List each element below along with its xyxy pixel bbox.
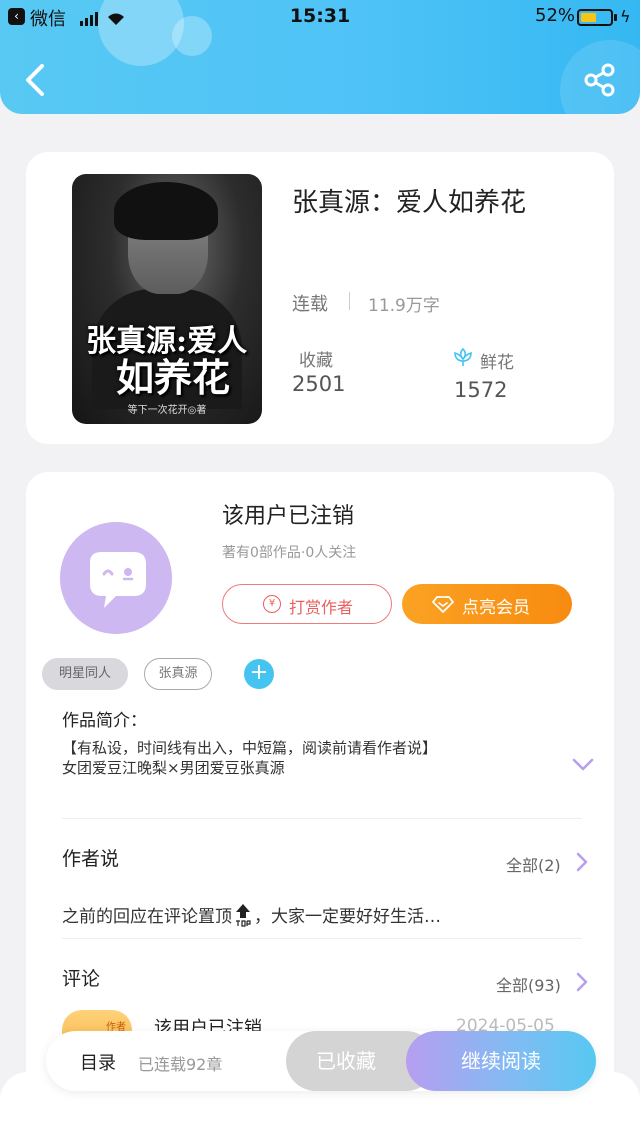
diamond-icon xyxy=(432,596,454,613)
author-says-text-end: ，大家一定要好好生活… xyxy=(254,907,441,927)
flower-icon xyxy=(454,347,472,366)
back-button[interactable] xyxy=(20,60,50,100)
author-says-text-start: 之前的回应在评论置顶 xyxy=(62,907,232,927)
chevron-down-icon[interactable] xyxy=(572,758,594,772)
author-name[interactable]: 该用户已注销 xyxy=(222,498,354,530)
favorites-label: 收藏 xyxy=(299,351,333,371)
author-says-title: 作者说 xyxy=(62,848,120,870)
intro-line: 女团爱豆江晚梨×男团爱豆张真源 xyxy=(62,759,285,777)
intro-line: 【有私设，时间线有出入，中短篇，阅读前请看作者说】 xyxy=(62,739,438,757)
divider xyxy=(62,818,582,819)
battery-fill xyxy=(581,13,596,22)
battery-tip xyxy=(614,14,617,21)
tag-chip[interactable]: 明星同人 xyxy=(42,658,128,690)
divider xyxy=(62,938,582,939)
book-info-card: 张真源:爱人 如养花 等下一次花开◎著 张真源：爱人如养花 连载 11.9万字 … xyxy=(26,152,614,444)
intro-title: 作品简介： xyxy=(62,711,147,731)
book-word-count: 11.9万字 xyxy=(368,296,440,316)
author-says-text[interactable]: 之前的回应在评论置顶 ，大家一定要好好生活… xyxy=(62,902,441,927)
comments-title: 评论 xyxy=(62,968,101,990)
chevron-right-icon[interactable] xyxy=(576,972,588,992)
cover-figure-hair xyxy=(114,182,218,240)
vip-label: 点亮会员 xyxy=(462,598,530,618)
comments-all-link[interactable]: 全部(93) xyxy=(496,972,561,996)
chapter-count: 已连载92章 xyxy=(138,1055,223,1074)
cover-title: 张真源:爱人 如养花 xyxy=(86,324,256,400)
tip-author-label: 打赏作者 xyxy=(289,598,354,617)
book-status: 连载 xyxy=(292,294,328,315)
bottom-action-bar: 目录 已连载92章 已收藏 继续阅读 xyxy=(46,1031,596,1091)
continue-reading-button[interactable]: 继续阅读 xyxy=(406,1031,596,1091)
pin-top-icon xyxy=(235,904,251,927)
share-button[interactable] xyxy=(582,62,618,98)
add-tag-button[interactable]: + xyxy=(244,659,274,689)
divider xyxy=(349,292,350,310)
battery-icon xyxy=(577,9,613,26)
cover-title-line2: 如养花 xyxy=(116,355,231,400)
coin-icon: ¥ xyxy=(263,595,281,613)
status-bar: ‹ 微信 15:31 52% ϟ xyxy=(0,0,640,34)
battery-percent: 52% xyxy=(535,5,576,26)
author-meta: 著有0部作品·0人关注 xyxy=(222,545,357,561)
toc-button[interactable]: 目录 xyxy=(80,1049,116,1075)
favorites-value: 2501 xyxy=(292,372,346,396)
tag-chip[interactable]: 张真源 xyxy=(144,658,212,690)
book-cover[interactable]: 张真源:爱人 如养花 等下一次花开◎著 xyxy=(72,174,262,424)
vip-button[interactable]: 点亮会员 xyxy=(402,584,572,624)
author-says-all-link[interactable]: 全部(2) xyxy=(506,852,561,876)
tip-author-button[interactable]: ¥ 打赏作者 xyxy=(222,584,392,624)
collected-label: 已收藏 xyxy=(316,1049,376,1073)
charging-icon: ϟ xyxy=(620,7,631,26)
flowers-value: 1572 xyxy=(454,378,508,402)
book-title: 张真源：爱人如养花 xyxy=(292,188,527,218)
intro-body: 【有私设，时间线有出入，中短篇，阅读前请看作者说】 女团爱豆江晚梨×男团爱豆张真… xyxy=(62,738,552,778)
chevron-right-icon[interactable] xyxy=(576,852,588,872)
flowers-label: 鲜花 xyxy=(480,353,514,373)
author-avatar[interactable] xyxy=(60,522,172,634)
cover-title-line1: 张真源:爱人 xyxy=(86,324,248,359)
cover-author: 等下一次花开◎著 xyxy=(127,405,207,416)
header: ‹ 微信 15:31 52% ϟ xyxy=(0,0,640,114)
